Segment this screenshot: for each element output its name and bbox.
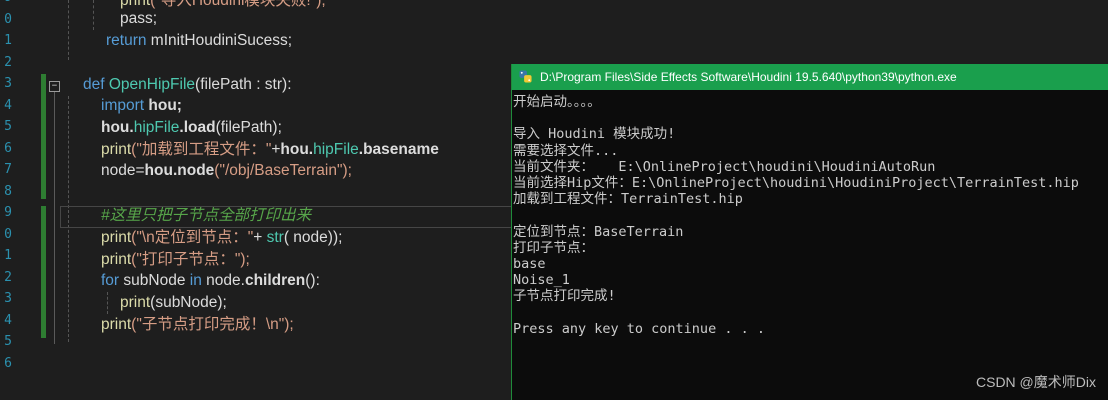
code-line[interactable]: for subNode in node.children(): bbox=[101, 270, 320, 291]
module-name: hipFile bbox=[313, 141, 359, 158]
builtin-print: print bbox=[101, 251, 132, 268]
code-line[interactable]: #这里只把子节点全部打印出来 bbox=[101, 205, 311, 226]
builtin-str: str bbox=[266, 229, 284, 246]
code-text: hou. bbox=[280, 141, 314, 158]
line-number-gutter: 9 0 1 2 3 4 5 6 7 8 9 0 1 2 3 4 5 6 bbox=[0, 0, 14, 400]
code-comment: #这里只把子节点全部打印出来 bbox=[101, 207, 312, 224]
code-line[interactable]: print(subNode); bbox=[120, 292, 227, 313]
line-number: 5 bbox=[4, 119, 12, 134]
code-line[interactable]: import hou; bbox=[101, 95, 182, 116]
line-number: 0 bbox=[4, 226, 12, 242]
indent-guide bbox=[107, 292, 108, 314]
code-text: pass; bbox=[120, 10, 158, 27]
method-name: .load bbox=[179, 119, 216, 136]
line-number: 6 bbox=[4, 140, 12, 156]
code-text: (subNode); bbox=[150, 294, 227, 311]
builtin-print: print bbox=[101, 316, 132, 333]
change-bar bbox=[41, 206, 46, 338]
line-number: 3 bbox=[4, 76, 12, 91]
operator: + bbox=[253, 229, 267, 246]
line-number: 7 bbox=[4, 162, 12, 177]
change-bar bbox=[41, 74, 46, 199]
line-number: 1 bbox=[4, 33, 12, 48]
builtin-print: print bbox=[101, 229, 132, 246]
line-number: 8 bbox=[4, 183, 12, 199]
collapse-icon[interactable]: − bbox=[49, 81, 60, 92]
builtin-print: print bbox=[120, 294, 151, 311]
console-title: D:\Program Files\Side Effects Software\H… bbox=[540, 70, 957, 84]
code-line[interactable]: return mInitHoudiniSucess; bbox=[106, 30, 292, 51]
line-number: 2 bbox=[4, 54, 12, 70]
code-text: (filePath : str): bbox=[195, 76, 292, 93]
string-literal: ("加载到工程文件：" bbox=[131, 141, 272, 158]
builtin-print: print bbox=[101, 141, 132, 158]
code-line[interactable]: def OpenHipFile(filePath : str): bbox=[83, 74, 292, 95]
keyword: for bbox=[101, 272, 120, 289]
code-line[interactable]: print("子节点打印完成！\n"); bbox=[101, 314, 294, 335]
code-text: node= bbox=[101, 162, 145, 179]
module-name: hipFile bbox=[133, 119, 180, 136]
code-line[interactable]: print("加载到工程文件："+hou.hipFile.basename bbox=[101, 139, 439, 160]
line-number: 2 bbox=[4, 269, 12, 285]
console-line: 加载到工程文件：TerrainTest.hip bbox=[513, 191, 743, 208]
code-text: (filePath); bbox=[215, 119, 282, 136]
console-line: 当前文件夹： E:\OnlineProject\houdini\HoudiniA… bbox=[513, 158, 936, 175]
line-number: 5 bbox=[4, 334, 12, 349]
string-literal: ("导入Houdini模块失败!"); bbox=[150, 0, 326, 9]
code-text: node. bbox=[201, 272, 245, 289]
method-name: children bbox=[244, 272, 306, 289]
keyword: def bbox=[83, 76, 105, 93]
keyword: import bbox=[101, 97, 145, 114]
code-text: subNode bbox=[119, 272, 190, 289]
console-window[interactable]: D:\Program Files\Side Effects Software\H… bbox=[511, 64, 1108, 400]
method-name: hou.node bbox=[144, 162, 215, 179]
console-line: 开始启动。。。。 bbox=[513, 94, 601, 110]
string-literal: ("\n定位到节点：" bbox=[131, 229, 254, 246]
line-number: 9 bbox=[0, 0, 12, 5]
string-literal: ("打印子节点："); bbox=[131, 251, 250, 268]
line-number: 9 bbox=[4, 205, 12, 220]
code-text: mInitHoudiniSucess; bbox=[146, 32, 293, 49]
code-line[interactable]: hou.hipFile.load(filePath); bbox=[101, 117, 282, 138]
indent-guide bbox=[93, 0, 94, 30]
code-line[interactable]: node=hou.node("/obj/BaseTerrain"); bbox=[101, 160, 352, 181]
method-name: .basename bbox=[358, 141, 439, 158]
console-line: Noise_1 bbox=[513, 272, 570, 289]
line-number: 3 bbox=[4, 291, 12, 306]
console-line: Press any key to continue . . . bbox=[513, 320, 765, 337]
line-number: 4 bbox=[4, 312, 12, 328]
console-line: 导入 Houdini 模块成功! bbox=[513, 126, 676, 143]
watermark: CSDN @魔术师Dix bbox=[976, 374, 1096, 390]
code-line[interactable]: print("\n定位到节点："+ str( node)); bbox=[101, 227, 342, 248]
console-line: base bbox=[513, 256, 546, 272]
console-line: 需要选择文件... bbox=[513, 142, 619, 159]
console-line: 当前选择Hip文件：E:\OnlineProject\houdini\Houdi… bbox=[513, 175, 1079, 191]
function-name: OpenHipFile bbox=[108, 76, 196, 93]
code-text: hou. bbox=[101, 119, 134, 136]
code-text: (): bbox=[305, 272, 320, 289]
fold-region-line bbox=[54, 92, 55, 344]
keyword: in bbox=[189, 272, 202, 289]
python-icon bbox=[519, 70, 532, 83]
console-line: 定位到节点：BaseTerrain bbox=[513, 223, 684, 240]
console-title-bar[interactable]: D:\Program Files\Side Effects Software\H… bbox=[512, 64, 1108, 90]
line-number: 4 bbox=[4, 97, 12, 113]
code-text: hou; bbox=[144, 97, 182, 114]
code-line[interactable]: pass; bbox=[120, 8, 157, 29]
keyword: return bbox=[106, 32, 147, 49]
line-number: 0 bbox=[4, 11, 12, 27]
line-number: 6 bbox=[4, 355, 12, 371]
string-literal: ("子节点打印完成！\n"); bbox=[131, 316, 294, 333]
line-number: 1 bbox=[4, 248, 12, 263]
code-line[interactable]: print("打印子节点："); bbox=[101, 249, 250, 270]
code-text: ( node)); bbox=[283, 229, 343, 246]
string-literal: ("/obj/BaseTerrain"); bbox=[214, 162, 352, 179]
console-line: 打印子节点： bbox=[513, 239, 594, 256]
console-line: 子节点打印完成! bbox=[513, 288, 616, 305]
indent-guide bbox=[68, 0, 69, 60]
